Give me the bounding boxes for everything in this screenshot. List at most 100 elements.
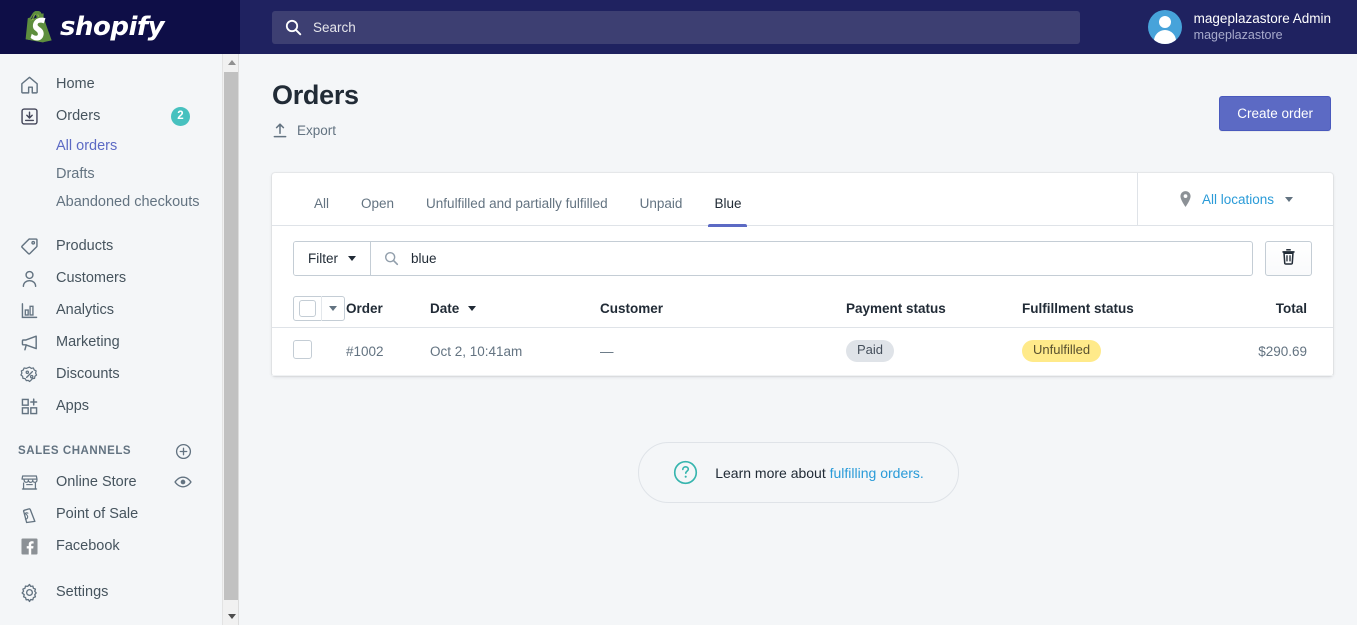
orders-table-head: Order Date Customer Payment status Fulfi…	[272, 291, 1333, 328]
cell-customer: —	[600, 327, 846, 376]
sidebar: Home Orders 2 All orders Drafts Abandone…	[0, 54, 222, 625]
column-header-payment-status[interactable]: Payment status	[846, 291, 1022, 328]
sidebar-item-drafts[interactable]: Drafts	[0, 160, 222, 188]
cell-payment-status: Paid	[846, 327, 1022, 376]
tab-blue[interactable]: Blue	[698, 196, 757, 227]
sidebar-item-all-orders[interactable]: All orders	[0, 132, 222, 160]
scrollbar-up-arrow[interactable]	[223, 54, 240, 71]
select-all-dropdown[interactable]	[322, 296, 344, 321]
sidebar-scrollbar[interactable]	[222, 54, 239, 625]
sort-descending-icon	[468, 306, 477, 312]
column-header-total[interactable]: Total	[1258, 291, 1333, 328]
trash-icon	[1280, 247, 1297, 271]
top-bar: shopify Search mageplazastore Admin mage…	[0, 0, 1357, 54]
fulfilling-orders-link[interactable]: fulfilling orders.	[830, 465, 924, 481]
pos-bag-icon	[18, 503, 40, 525]
filter-dropdown-button[interactable]: Filter	[294, 242, 371, 275]
sidebar-item-label: Discounts	[56, 366, 120, 382]
location-filter-label: All locations	[1201, 191, 1275, 207]
chevron-down-icon	[1285, 196, 1294, 202]
location-filter-dropdown[interactable]: All locations	[1137, 173, 1333, 225]
delete-view-button[interactable]	[1265, 241, 1312, 276]
avatar	[1147, 10, 1182, 44]
apps-plus-icon	[18, 395, 40, 417]
user-menu[interactable]: mageplazastore Admin mageplazastore	[1147, 10, 1357, 44]
user-store-name: mageplazastore	[1193, 27, 1283, 42]
orders-table: Order Date Customer Payment status Fulfi…	[272, 291, 1333, 376]
shopify-bag-icon	[22, 11, 52, 43]
add-sales-channel-icon[interactable]	[175, 443, 192, 460]
export-button[interactable]: Export	[272, 122, 336, 139]
sidebar-item-label: Customers	[56, 270, 127, 286]
user-name: mageplazastore Admin	[1193, 10, 1331, 26]
select-all-cell	[272, 291, 346, 328]
orders-table-body: #1002 Oct 2, 10:41am — Paid Unfulfilled …	[272, 327, 1333, 376]
scrollbar-down-arrow[interactable]	[223, 608, 240, 625]
sidebar-item-settings[interactable]: Settings	[0, 576, 222, 608]
sidebar-item-apps[interactable]: Apps	[0, 390, 222, 422]
eye-icon[interactable]	[174, 475, 192, 489]
orders-card: All Open Unfulfilled and partially fulfi…	[272, 173, 1333, 376]
help-footer: Learn more about fulfilling orders.	[240, 442, 1357, 503]
export-label: Export	[297, 123, 337, 138]
storefront-icon	[18, 471, 40, 493]
cell-order-number[interactable]: #1002	[346, 327, 430, 376]
sidebar-item-label: Point of Sale	[56, 506, 139, 522]
page-title: Orders	[272, 80, 359, 110]
column-header-fulfillment-status[interactable]: Fulfillment status	[1022, 291, 1258, 328]
sidebar-item-abandoned-checkouts[interactable]: Abandoned checkouts	[0, 188, 222, 216]
row-checkbox[interactable]	[293, 340, 312, 359]
export-upload-icon	[272, 122, 288, 139]
sidebar-item-facebook[interactable]: Facebook	[0, 530, 222, 562]
search-icon	[384, 251, 399, 266]
column-header-date[interactable]: Date	[430, 291, 600, 328]
orders-inbox-icon	[18, 105, 40, 127]
sales-channels-label: SALES CHANNELS	[18, 445, 132, 457]
help-text: Learn more about fulfilling orders.	[715, 465, 924, 481]
select-all-checkbox-group[interactable]	[293, 296, 345, 322]
tab-all[interactable]: All	[298, 196, 345, 227]
sidebar-item-label: Orders	[56, 108, 101, 124]
sidebar-item-label: Home	[56, 76, 95, 92]
column-header-customer[interactable]: Customer	[600, 291, 846, 328]
search-icon	[285, 19, 302, 36]
search-input[interactable]: Search	[272, 10, 1080, 44]
cell-fulfillment-status: Unfulfilled	[1022, 327, 1258, 376]
sidebar-item-customers[interactable]: Customers	[0, 262, 222, 294]
sidebar-item-products[interactable]: Products	[0, 230, 222, 262]
search-placeholder-text: Search	[313, 19, 356, 35]
status-badge-unfulfilled: Unfulfilled	[1022, 340, 1102, 362]
filter-row: Filter blue	[272, 226, 1333, 291]
sidebar-item-label: Marketing	[56, 334, 120, 350]
sidebar-item-online-store[interactable]: Online Store	[0, 466, 222, 498]
sidebar-item-label: Analytics	[56, 302, 115, 318]
tab-unpaid[interactable]: Unpaid	[624, 196, 699, 227]
cell-total: $290.69	[1258, 327, 1333, 376]
sidebar-item-label: Apps	[56, 398, 90, 414]
person-icon	[18, 267, 40, 289]
sidebar-item-label: Settings	[56, 584, 109, 600]
sidebar-item-label: Products	[56, 238, 114, 254]
sidebar-item-label: Online Store	[56, 474, 137, 490]
select-all-checkbox[interactable]	[299, 300, 316, 318]
tab-unfulfilled-partially-fulfilled[interactable]: Unfulfilled and partially fulfilled	[410, 196, 624, 227]
shopify-logo[interactable]: shopify	[0, 0, 240, 54]
bar-chart-icon	[18, 299, 40, 321]
sidebar-item-home[interactable]: Home	[0, 68, 222, 100]
sidebar-item-orders[interactable]: Orders 2	[0, 100, 222, 132]
column-header-order[interactable]: Order	[346, 291, 430, 328]
help-pill: Learn more about fulfilling orders.	[638, 442, 959, 503]
gear-icon	[18, 581, 40, 603]
create-order-button[interactable]: Create order	[1219, 96, 1331, 131]
tab-open[interactable]: Open	[345, 196, 410, 227]
table-row[interactable]: #1002 Oct 2, 10:41am — Paid Unfulfilled …	[272, 327, 1333, 376]
sidebar-item-discounts[interactable]: Discounts	[0, 358, 222, 390]
sidebar-item-marketing[interactable]: Marketing	[0, 326, 222, 358]
location-pin-icon	[1178, 190, 1193, 209]
question-circle-icon	[673, 460, 698, 485]
sidebar-item-analytics[interactable]: Analytics	[0, 294, 222, 326]
sidebar-item-point-of-sale[interactable]: Point of Sale	[0, 498, 222, 530]
scrollbar-thumb[interactable]	[224, 72, 238, 600]
orders-search-input[interactable]: blue	[371, 242, 1252, 275]
